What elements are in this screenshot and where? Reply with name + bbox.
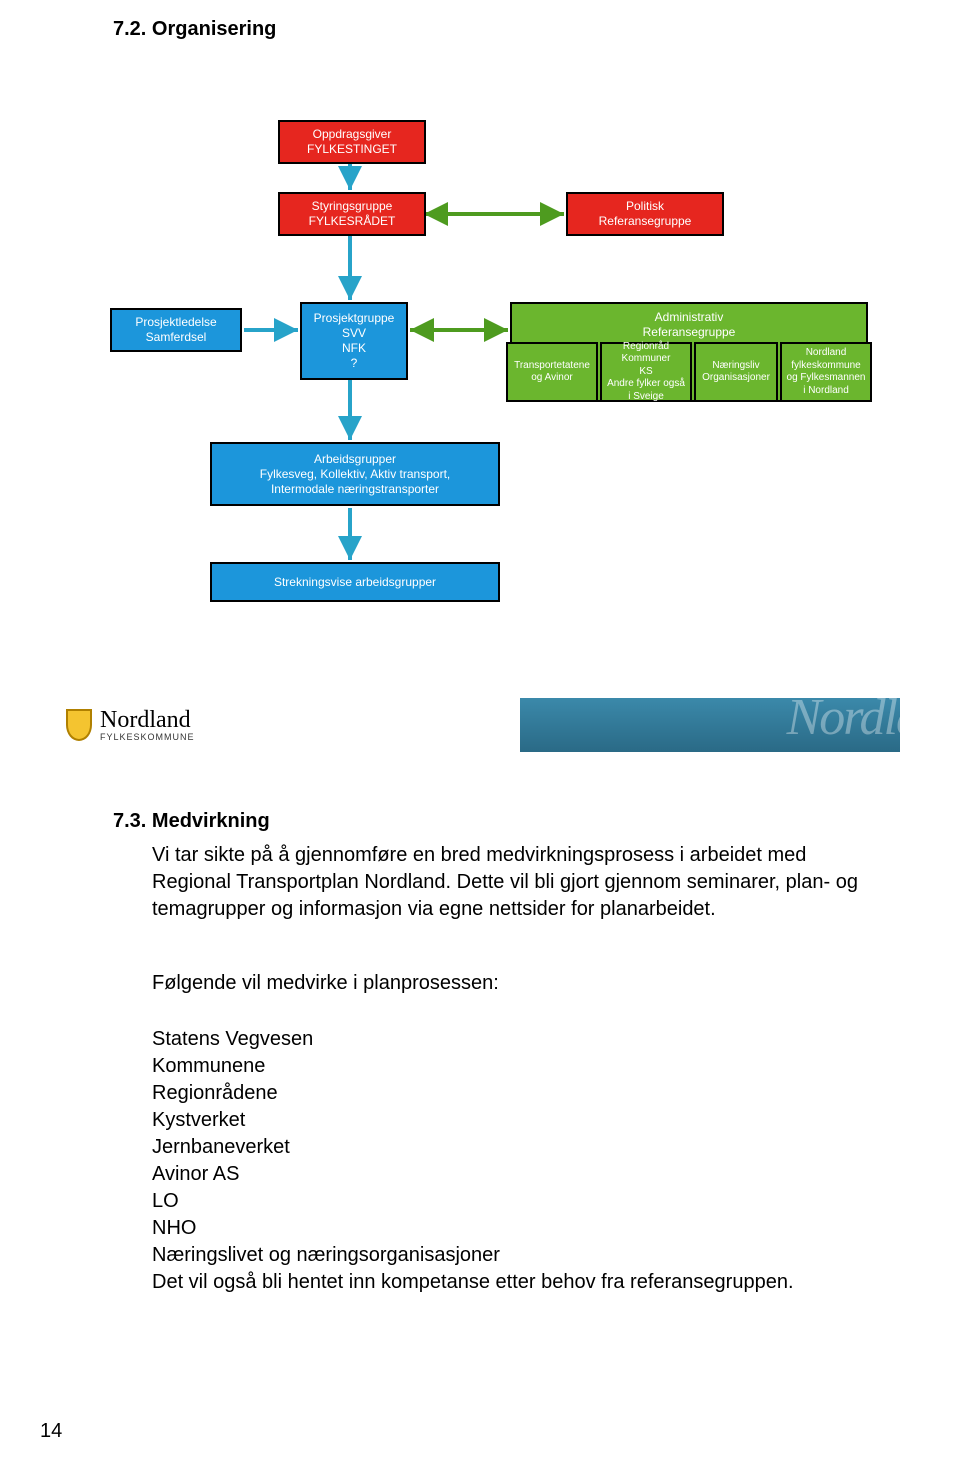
box-text: Politisk [626, 199, 664, 214]
list-item: Næringslivet og næringsorganisasjoner [152, 1242, 872, 1269]
section-title: Medvirkning [152, 810, 270, 832]
box-text: Referansegruppe [599, 214, 692, 229]
box-text: Samferdsel [146, 330, 207, 345]
list-item: Avinor AS [152, 1161, 872, 1188]
list-item: Kommunene [152, 1053, 872, 1080]
box-arbeidsgrupper: Arbeidsgrupper Fylkesveg, Kollektiv, Akt… [210, 442, 500, 506]
box-text: Nordland [806, 347, 847, 360]
box-text: Strekningsvise arbeidsgrupper [274, 575, 436, 590]
list-item: Det vil også bli hentet inn kompetanse e… [152, 1269, 872, 1296]
box-text: Prosjektgruppe [314, 311, 395, 326]
box-text: Prosjektledelse [135, 315, 216, 330]
box-text: i Nordland [803, 385, 849, 398]
brand-name: Nordland [100, 708, 195, 732]
box-prosjektledelse: Prosjektledelse Samferdsel [110, 308, 242, 352]
box-styringsgruppe: Styringsgruppe FYLKESRÅDET [278, 192, 426, 236]
list-item: LO [152, 1188, 872, 1215]
section-number: 7.2. [113, 18, 146, 40]
banner-right: Nordla [520, 698, 900, 752]
banner-watermark: Nordla [787, 698, 900, 747]
box-text: fylkeskommune [791, 360, 860, 373]
box-text: Intermodale næringstransporter [271, 482, 439, 497]
list-item: Regionrådene [152, 1080, 872, 1107]
box-text: KS [639, 366, 652, 379]
box-text: Fylkesveg, Kollektiv, Aktiv transport, [260, 467, 451, 482]
list-item: Jernbaneverket [152, 1134, 872, 1161]
box-text: Styringsgruppe [312, 199, 393, 214]
box-text: Referansegruppe [643, 325, 736, 340]
box-text: FYLKESTINGET [307, 142, 397, 157]
nordland-banner: Nordland FYLKESKOMMUNE Nordla [60, 698, 900, 752]
box-text: Regionråd [623, 341, 669, 354]
box-text: i Sveige [628, 391, 664, 404]
box-text: FYLKESRÅDET [309, 214, 396, 229]
section-number: 7.3. [113, 810, 146, 832]
box-text: Kommuner [622, 353, 671, 366]
box-text: og Avinor [531, 372, 573, 385]
brand-sub: FYLKESKOMMUNE [100, 732, 195, 742]
box-strekningsvise: Strekningsvise arbeidsgrupper [210, 562, 500, 602]
box-oppdragsgiver: Oppdragsgiver FYLKESTINGET [278, 120, 426, 164]
box-text: SVV [342, 326, 366, 341]
org-diagram: Oppdragsgiver FYLKESTINGET Styringsgrupp… [110, 120, 870, 660]
box-text: NFK [342, 341, 366, 356]
section-heading-2: 7.3. Medvirkning [113, 810, 270, 833]
box-text: Administrativ [655, 310, 724, 325]
box-prosjektgruppe: Prosjektgruppe SVV NFK ? [300, 302, 408, 380]
box-sub-regionrad: Regionråd Kommuner KS Andre fylker også … [600, 342, 692, 402]
section2-paragraph: Vi tar sikte på å gjennomføre en bred me… [152, 842, 872, 923]
box-sub-naeringsliv: Næringsliv Organisasjoner [694, 342, 778, 402]
box-politisk: Politisk Referansegruppe [566, 192, 724, 236]
page-number: 14 [40, 1420, 62, 1443]
box-text: Næringsliv [712, 360, 759, 373]
section-heading-1: 7.2. Organisering [113, 18, 276, 41]
participant-list: Statens Vegvesen Kommunene Regionrådene … [152, 1026, 872, 1296]
box-text: Oppdragsgiver [313, 127, 392, 142]
box-text: ? [351, 356, 358, 371]
brand-block: Nordland FYLKESKOMMUNE [100, 708, 195, 742]
box-text: Andre fylker også [607, 378, 685, 391]
list-item: NHO [152, 1215, 872, 1242]
list-item: Statens Vegvesen [152, 1026, 872, 1053]
box-text: Arbeidsgrupper [314, 452, 396, 467]
banner-left: Nordland FYLKESKOMMUNE [60, 698, 520, 752]
box-sub-transportetatene: Transportetatene og Avinor [506, 342, 598, 402]
list-item: Kystverket [152, 1107, 872, 1134]
section2-paragraph-2: Følgende vil medvirke i planprosessen: [152, 972, 872, 995]
box-text: Organisasjoner [702, 372, 770, 385]
box-sub-nordland: Nordland fylkeskommune og Fylkesmannen i… [780, 342, 872, 402]
box-text: Transportetatene [514, 360, 590, 373]
box-text: og Fylkesmannen [787, 372, 866, 385]
shield-icon [66, 709, 92, 741]
section-title: Organisering [152, 18, 276, 40]
